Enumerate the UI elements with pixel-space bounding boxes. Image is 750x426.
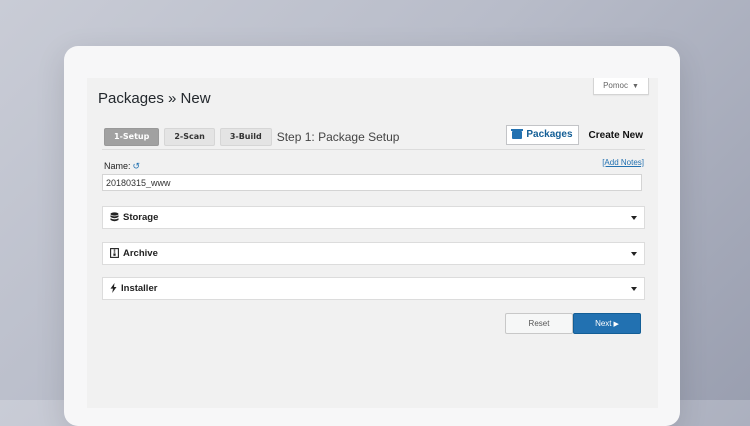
panel-archive-title: Archive (123, 248, 158, 259)
panel-installer-title: Installer (121, 283, 158, 294)
name-label: Name: ↺ (104, 161, 140, 172)
chevron-down-icon (631, 286, 637, 291)
step-heading: Step 1: Package Setup (276, 130, 400, 144)
next-button-label: Next (595, 319, 612, 328)
bolt-icon (110, 282, 117, 295)
header-actions: Packages Create New (506, 125, 643, 145)
help-tab[interactable]: Pomoc ▼ (593, 78, 649, 95)
file-archive-icon (110, 247, 119, 260)
panel-installer[interactable]: Installer (102, 277, 645, 300)
database-icon (110, 211, 119, 224)
chevron-down-icon (631, 215, 637, 220)
next-button[interactable]: Next ▶ (573, 313, 641, 334)
packages-button-label: Packages (526, 129, 573, 140)
archive-box-icon (511, 129, 524, 139)
panel-storage-title: Storage (123, 212, 159, 223)
caret-down-icon: ▼ (631, 83, 639, 90)
panel-storage[interactable]: Storage (102, 206, 645, 229)
help-tab-label: Pomoc (603, 81, 628, 90)
step-nav: 1-Setup 2-Scan 3-Build Step 1: Package S… (104, 128, 399, 146)
step-build[interactable]: 3-Build (219, 128, 272, 146)
name-label-text: Name: (104, 161, 131, 171)
add-notes-link[interactable]: [Add Notes] (602, 158, 644, 167)
panel-archive[interactable]: Archive (102, 242, 645, 265)
play-icon: ▶ (613, 321, 619, 328)
app-screen: Pomoc ▼ Packages » New 1-Setup 2-Scan 3-B… (87, 78, 658, 408)
undo-icon[interactable]: ↺ (133, 161, 141, 171)
divider (102, 149, 645, 150)
reset-button[interactable]: Reset (505, 313, 573, 334)
chevron-down-icon (631, 251, 637, 256)
package-name-input[interactable] (102, 174, 642, 191)
step-scan[interactable]: 2-Scan (164, 128, 215, 146)
create-new-label: Create New (588, 129, 643, 141)
step-setup[interactable]: 1-Setup (104, 128, 160, 146)
page-title: Packages » New (98, 90, 211, 107)
packages-button[interactable]: Packages (506, 125, 579, 145)
